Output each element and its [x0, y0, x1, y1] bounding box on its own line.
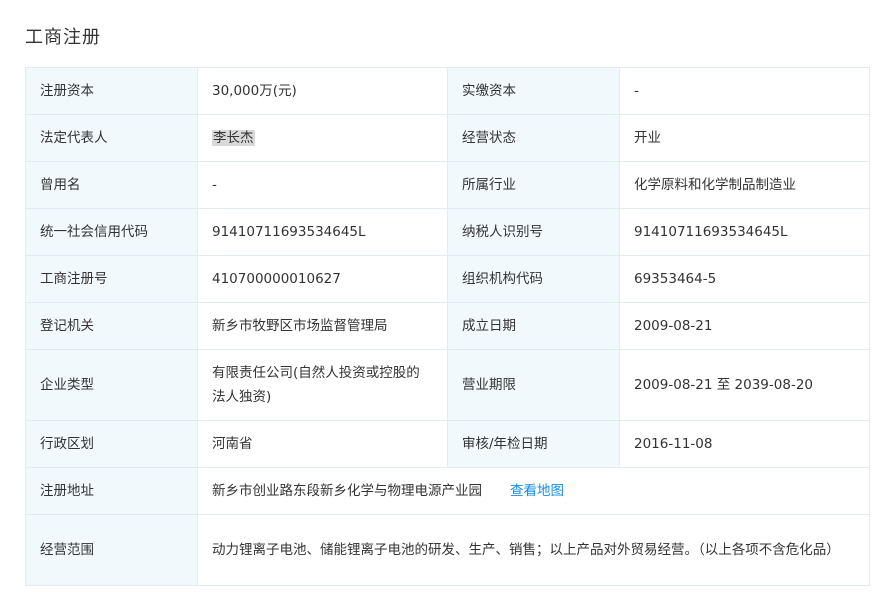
- registered-address-value: 新乡市创业路东段新乡化学与物理电源产业园: [212, 483, 482, 499]
- taxpayer-id-label: 纳税人识别号: [447, 208, 620, 256]
- registration-authority-value: 新乡市牧野区市场监督管理局: [197, 302, 448, 350]
- former-name-value: -: [197, 161, 448, 209]
- credit-code-label: 统一社会信用代码: [25, 208, 198, 256]
- credit-code-value: 91410711693534645L: [197, 208, 448, 256]
- registered-address-label: 注册地址: [25, 467, 198, 515]
- established-date-label: 成立日期: [447, 302, 620, 350]
- organization-code-value: 69353464-5: [619, 255, 870, 303]
- table-row: 曾用名 - 所属行业 化学原料和化学制品制造业: [25, 161, 870, 209]
- legal-representative-label: 法定代表人: [25, 114, 198, 162]
- established-date-value: 2009-08-21: [619, 302, 870, 350]
- view-map-link[interactable]: 查看地图: [510, 483, 564, 499]
- registered-capital-value: 30,000万(元): [197, 67, 448, 115]
- section-title: 工商注册: [25, 27, 101, 48]
- legal-representative-value[interactable]: 李长杰: [212, 130, 255, 146]
- table-row: 统一社会信用代码 91410711693534645L 纳税人识别号 91410…: [25, 208, 870, 256]
- table-row: 企业类型 有限责任公司(自然人投资或控股的法人独资) 营业期限 2009-08-…: [25, 349, 870, 421]
- table-row: 注册地址 新乡市创业路东段新乡化学与物理电源产业园 查看地图: [25, 467, 870, 515]
- table-row: 行政区划 河南省 审核/年检日期 2016-11-08: [25, 420, 870, 468]
- industry-label: 所属行业: [447, 161, 620, 209]
- administrative-region-value: 河南省: [197, 420, 448, 468]
- registered-address-cell: 新乡市创业路东段新乡化学与物理电源产业园 查看地图: [197, 467, 870, 515]
- registered-capital-label: 注册资本: [25, 67, 198, 115]
- business-term-label: 营业期限: [447, 349, 620, 421]
- company-type-value: 有限责任公司(自然人投资或控股的法人独资): [197, 349, 448, 421]
- annual-inspection-value: 2016-11-08: [619, 420, 870, 468]
- taxpayer-id-value: 91410711693534645L: [619, 208, 870, 256]
- registration-number-label: 工商注册号: [25, 255, 198, 303]
- table-row: 注册资本 30,000万(元) 实缴资本 -: [25, 67, 870, 115]
- operating-status-value: 开业: [619, 114, 870, 162]
- legal-representative-cell: 李长杰: [197, 114, 448, 162]
- table-row: 工商注册号 410700000010627 组织机构代码 69353464-5: [25, 255, 870, 303]
- former-name-label: 曾用名: [25, 161, 198, 209]
- business-term-value: 2009-08-21 至 2039-08-20: [619, 349, 870, 421]
- table-row: 登记机关 新乡市牧野区市场监督管理局 成立日期 2009-08-21: [25, 302, 870, 350]
- administrative-region-label: 行政区划: [25, 420, 198, 468]
- business-registration-page: 工商注册 注册资本 30,000万(元) 实缴资本 - 法定代表人 李长杰 经营…: [0, 0, 890, 592]
- annual-inspection-label: 审核/年检日期: [447, 420, 620, 468]
- industry-value: 化学原料和化学制品制造业: [619, 161, 870, 209]
- registration-info-table: 注册资本 30,000万(元) 实缴资本 - 法定代表人 李长杰 经营状态 开业…: [25, 67, 870, 586]
- company-type-label: 企业类型: [25, 349, 198, 421]
- registration-number-value: 410700000010627: [197, 255, 448, 303]
- organization-code-label: 组织机构代码: [447, 255, 620, 303]
- business-scope-value: 动力锂离子电池、储能锂离子电池的研发、生产、销售；以上产品对外贸易经营。（以上各…: [197, 514, 870, 586]
- operating-status-label: 经营状态: [447, 114, 620, 162]
- paid-in-capital-value: -: [619, 67, 870, 115]
- business-scope-label: 经营范围: [25, 514, 198, 586]
- table-row: 法定代表人 李长杰 经营状态 开业: [25, 114, 870, 162]
- registration-authority-label: 登记机关: [25, 302, 198, 350]
- paid-in-capital-label: 实缴资本: [447, 67, 620, 115]
- table-row: 经营范围 动力锂离子电池、储能锂离子电池的研发、生产、销售；以上产品对外贸易经营…: [25, 514, 870, 586]
